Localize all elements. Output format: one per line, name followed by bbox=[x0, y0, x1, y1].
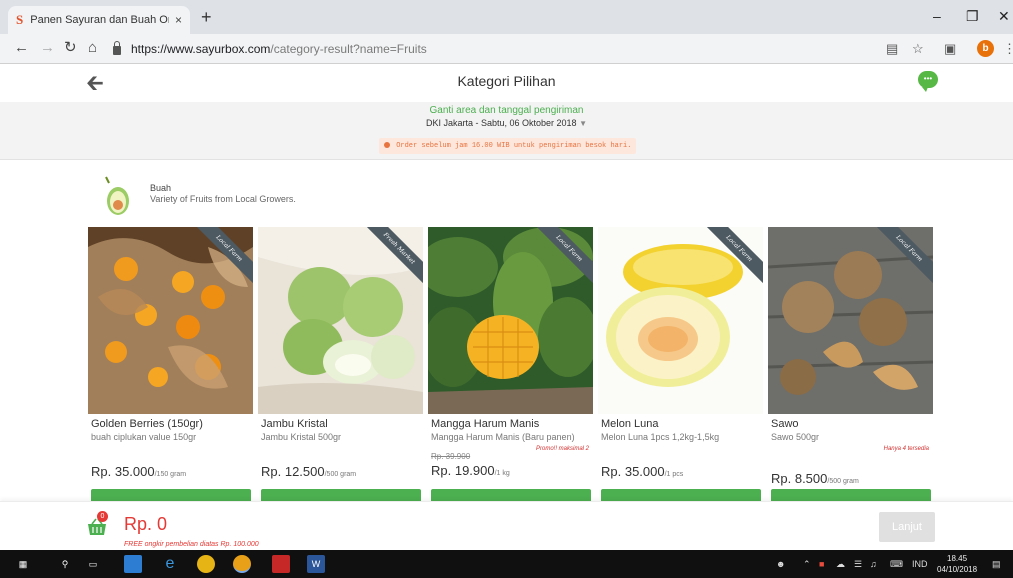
app-icon[interactable] bbox=[197, 555, 215, 573]
word-icon[interactable]: W bbox=[307, 555, 325, 573]
product-name[interactable]: Melon Luna bbox=[601, 418, 761, 430]
product-card-mangga-harum-manis[interactable]: Local Farm Mangga Harum Manis Mangga Har… bbox=[428, 227, 593, 502]
file-explorer-icon[interactable] bbox=[124, 555, 142, 573]
product-price: Rp. 12.500/500 gram bbox=[261, 464, 357, 479]
product-description: buah ciplukan value 150gr bbox=[91, 432, 197, 442]
input-language[interactable]: IND bbox=[912, 559, 928, 569]
product-description: Sawo 500gr bbox=[771, 432, 820, 442]
lock-icon bbox=[113, 41, 121, 55]
delivery-location-date[interactable]: DKI Jakarta - Sabtu, 06 Oktober 2018 ▼ bbox=[0, 118, 1013, 128]
new-tab-button[interactable]: + bbox=[201, 8, 212, 26]
browser-toolbar: ← → ↻ ⌂ https://www.sayurbox.com/categor… bbox=[0, 34, 1013, 64]
free-shipping-note: FREE ongkir pembelian diatas Rp. 100.000 bbox=[124, 541, 259, 548]
change-delivery-link[interactable]: Ganti area dan tanggal pengiriman bbox=[0, 105, 1013, 116]
menu-icon[interactable]: ⋮ bbox=[1003, 41, 1013, 57]
address-bar[interactable]: https://www.sayurbox.com/category-result… bbox=[107, 38, 859, 60]
category-description: Variety of Fruits from Local Growers. bbox=[150, 194, 296, 204]
page-title: Kategori Pilihan bbox=[457, 73, 556, 89]
product-name[interactable]: Golden Berries (150gr) bbox=[91, 418, 251, 430]
avocado-icon bbox=[105, 176, 129, 215]
chrome-icon[interactable] bbox=[233, 555, 251, 573]
product-description: Mangga Harum Manis (Baru panen) bbox=[431, 432, 575, 442]
browser-tab-strip: S Panen Sayuran dan Buah Organi × + – ❐ … bbox=[0, 0, 1013, 34]
category-name: Buah bbox=[150, 183, 172, 193]
clock-time: 18.45 bbox=[947, 554, 968, 563]
cart-count-badge: 0 bbox=[97, 511, 108, 522]
sayurbox-favicon-icon: S bbox=[16, 12, 24, 27]
product-card-golden-berries[interactable]: Local Farm Golden Berries (150gr) buah c… bbox=[88, 227, 253, 502]
extension-icon[interactable]: ▣ bbox=[944, 41, 956, 57]
category-header: Buah Variety of Fruits from Local Grower… bbox=[100, 173, 400, 217]
product-name[interactable]: Jambu Kristal bbox=[261, 418, 421, 430]
task-view-icon[interactable]: ▭ bbox=[84, 555, 102, 573]
product-name[interactable]: Sawo bbox=[771, 418, 931, 430]
tab-title: Panen Sayuran dan Buah Organi bbox=[30, 14, 169, 26]
windows-start-icon[interactable]: ▦ bbox=[14, 555, 32, 573]
product-description: Jambu Kristal 500gr bbox=[261, 432, 342, 442]
back-icon[interactable]: ← bbox=[14, 40, 29, 56]
edge-icon[interactable]: e bbox=[161, 555, 179, 573]
info-icon bbox=[384, 142, 390, 148]
profile-avatar[interactable]: b bbox=[977, 40, 994, 57]
gift-icon[interactable]: ■ bbox=[819, 559, 824, 569]
notification-icon[interactable]: ▤ bbox=[992, 559, 1001, 570]
clock-date: 04/10/2018 bbox=[937, 565, 978, 574]
product-price: Rp. 35.000/1 pcs bbox=[601, 464, 684, 479]
url-host: https://www.sayurbox.com bbox=[131, 42, 271, 56]
product-description: Melon Luna 1pcs 1,2kg-1,5kg bbox=[601, 432, 720, 442]
product-price: Rp. 19.900/1 kg bbox=[431, 463, 510, 478]
chevron-down-icon: ▼ bbox=[579, 119, 588, 128]
close-tab-icon[interactable]: × bbox=[175, 13, 182, 27]
network-icon[interactable]: ☰ bbox=[854, 559, 862, 570]
product-grid: Local Farm Golden Berries (150gr) buah c… bbox=[88, 227, 933, 502]
forward-icon[interactable]: → bbox=[40, 40, 55, 56]
cart-total: Rp. 0 bbox=[124, 514, 168, 534]
product-price: Rp. 35.000/150 gram bbox=[91, 464, 187, 479]
continue-button[interactable]: Lanjut bbox=[879, 512, 935, 542]
promo-label: Promo!! maksimal 2 bbox=[535, 446, 589, 452]
delivery-info-bar: Ganti area dan tanggal pengiriman DKI Ja… bbox=[0, 102, 1013, 160]
people-icon[interactable]: ☻ bbox=[776, 559, 785, 569]
cart-footer: 0 Rp. 0 FREE ongkir pembelian diatas Rp.… bbox=[0, 501, 1013, 550]
bookmark-star-icon[interactable]: ☆ bbox=[912, 41, 924, 57]
keyboard-icon[interactable]: ⌨ bbox=[890, 559, 903, 570]
chat-icon[interactable]: ••• bbox=[918, 71, 938, 92]
cloud-icon[interactable]: ☁ bbox=[836, 559, 845, 570]
original-price: Rp. 39.900 bbox=[431, 452, 471, 461]
stock-label: Hanya 4 tersedia bbox=[883, 446, 929, 452]
product-card-melon-luna[interactable]: Local Farm Melon Luna Melon Luna 1pcs 1,… bbox=[598, 227, 763, 502]
reload-icon[interactable]: ↻ bbox=[64, 40, 77, 56]
delivery-date-text: DKI Jakarta - Sabtu, 06 Oktober 2018 bbox=[425, 118, 577, 128]
close-window-icon[interactable]: ✕ bbox=[998, 8, 1010, 25]
translate-icon[interactable]: ▤ bbox=[886, 41, 898, 57]
search-icon[interactable]: ⚲ bbox=[56, 555, 74, 573]
windows-taskbar: ▦ ⚲ ▭ e W ☻ ⌃ ■ ☁ ☰ ♫ ⌨ IND 18.45 04/10/… bbox=[0, 550, 1013, 578]
volume-icon[interactable]: ♫ bbox=[870, 559, 877, 569]
browser-tab[interactable]: S Panen Sayuran dan Buah Organi × bbox=[8, 6, 190, 34]
home-icon[interactable]: ⌂ bbox=[88, 40, 97, 56]
product-price: Rp. 8.500/500 gram bbox=[771, 471, 859, 486]
order-cutoff-notice: Order sebelum jam 16.00 WIB untuk pengir… bbox=[379, 138, 637, 154]
page-header: 🡰 Kategori Pilihan ••• bbox=[0, 64, 1013, 102]
pdf-reader-icon[interactable] bbox=[272, 555, 290, 573]
chevron-up-icon[interactable]: ⌃ bbox=[803, 559, 811, 570]
minimize-icon[interactable]: – bbox=[933, 8, 941, 24]
product-card-sawo[interactable]: Local Farm Sawo Sawo 500gr Hanya 4 terse… bbox=[768, 227, 933, 502]
url-path: /category-result?name=Fruits bbox=[270, 42, 427, 56]
product-card-jambu-kristal[interactable]: Fresh Market Jambu Kristal Jambu Kristal… bbox=[258, 227, 423, 502]
system-clock[interactable]: 18.45 04/10/2018 bbox=[937, 553, 977, 575]
restore-icon[interactable]: ❐ bbox=[966, 8, 979, 25]
notice-text: Order sebelum jam 16.00 WIB untuk pengir… bbox=[396, 142, 632, 150]
product-name[interactable]: Mangga Harum Manis bbox=[431, 418, 591, 430]
